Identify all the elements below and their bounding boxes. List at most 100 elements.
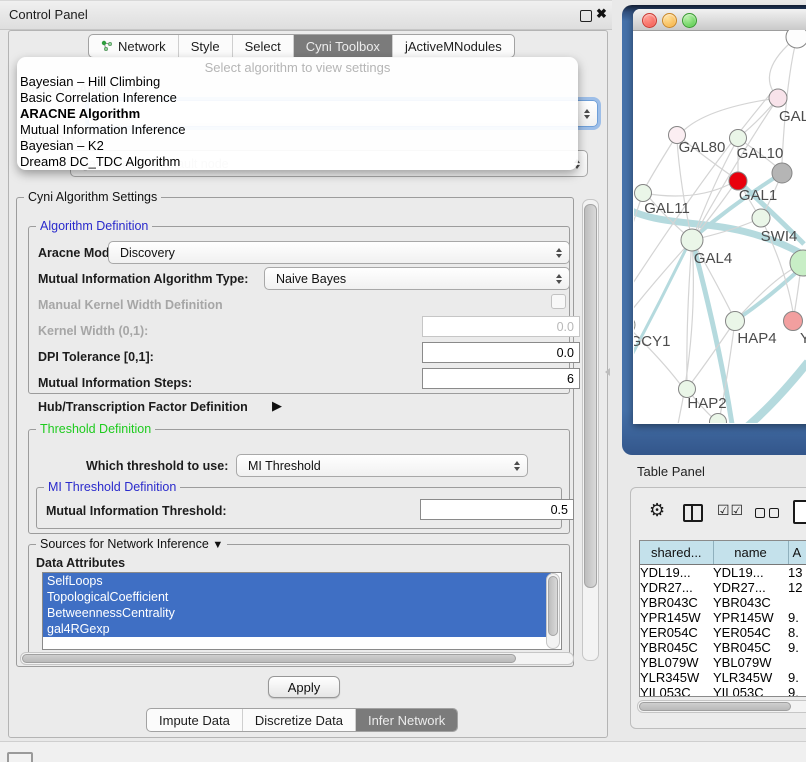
network-node-gcy1[interactable] [634,316,635,334]
table-row[interactable]: YLR345WYLR345W9. [640,670,806,685]
mi-algorithm-type-combo[interactable]: Naive Bayes [264,267,570,290]
table-row[interactable]: YDR27...YDR27...12 [640,580,806,595]
dpi-tolerance-field[interactable]: 0.0 [422,342,580,363]
table-cell[interactable]: YPR145W [640,610,713,625]
network-node-y[interactable] [784,312,803,331]
zoom-traffic-light-icon[interactable] [682,13,697,28]
table-row[interactable]: YDL19...YDL19...13 [640,565,806,581]
table-hscrollbar-thumb[interactable] [639,702,791,711]
select-all-checks-icon[interactable]: ☑☑ [717,502,744,519]
network-node-gal10[interactable] [730,130,747,147]
settings-hscrollbar-thumb[interactable] [22,654,516,663]
algorithm-option[interactable]: Basic Correlation Inference [17,90,578,106]
network-node[interactable] [772,163,792,183]
minimize-traffic-light-icon[interactable] [662,13,677,28]
table-cell[interactable]: YIL053C [713,685,788,697]
tab-infer-network[interactable]: Infer Network [355,709,457,731]
table-cell[interactable]: YLR345W [713,670,788,685]
table-cell[interactable]: 9. [788,640,806,655]
tab-jactivemnodules[interactable]: jActiveMNodules [392,35,514,57]
data-attribute-item[interactable]: TopologicalCoefficient [43,589,551,605]
table-cell[interactable]: YBR045C [640,640,713,655]
expand-arrow-icon[interactable]: ▶ [272,398,282,414]
table-cell[interactable]: YER054C [713,625,788,640]
data-attribute-item[interactable]: gal4RGexp [43,621,551,637]
collapse-arrow-icon[interactable]: ▼ [212,539,223,551]
kernel-width-field[interactable]: 0.0 [422,316,580,337]
table-horizontal-scrollbar[interactable] [637,700,806,713]
network-node[interactable] [710,414,727,424]
column-header-third[interactable]: A [788,541,806,565]
table-row[interactable]: YER054CYER054C8. [640,625,806,640]
table-cell[interactable]: YBR043C [640,595,713,610]
attributes-list-scrollbar[interactable] [546,573,560,649]
algorithm-option[interactable]: ARACNE Algorithm [17,106,578,122]
data-attribute-item[interactable]: SelfLoops [43,573,551,589]
table-row[interactable]: YBL079WYBL079W [640,655,806,670]
deselect-checkbox-icon[interactable] [755,508,765,518]
algorithm-option[interactable]: Bayesian – Hill Climbing [17,74,578,90]
manual-kernel-width-checkbox[interactable] [551,294,566,309]
tab-impute-data[interactable]: Impute Data [147,709,242,731]
hub-tf-definition-label[interactable]: Hub/Transcription Factor Definition [38,400,248,414]
tab-style[interactable]: Style [178,35,232,57]
table-cell[interactable] [788,655,806,670]
network-node-hap4[interactable] [726,312,745,331]
table-row[interactable]: YIL053CYIL053C9. [640,685,806,697]
network-node-gal4[interactable] [681,229,703,251]
algorithm-option[interactable]: Bayesian – K2 [17,138,578,154]
split-pane-toggle[interactable] [605,368,610,376]
network-node[interactable] [786,30,806,48]
table-cell[interactable]: 13 [788,565,806,581]
table-row[interactable]: YPR145WYPR145W9. [640,610,806,625]
table-cell[interactable]: YPR145W [713,610,788,625]
settings-horizontal-scrollbar[interactable] [20,652,574,665]
attributes-scrollbar-thumb[interactable] [548,576,558,636]
settings-vertical-scrollbar[interactable] [582,199,599,661]
algorithm-option[interactable]: Dream8 DC_TDC Algorithm [17,154,578,170]
tab-cyni-toolbox[interactable]: Cyni Toolbox [293,35,392,57]
table-cell[interactable]: 9. [788,685,806,697]
table-row[interactable]: YBR045CYBR045C9. [640,640,806,655]
column-layout-icon[interactable] [683,504,703,522]
algorithm-option[interactable]: Mutual Information Inference [17,122,578,138]
table-cell[interactable]: YBL079W [713,655,788,670]
network-node-swi4[interactable] [790,250,806,276]
table-cell[interactable]: YDR27... [640,580,713,595]
mi-steps-field[interactable]: 6 [422,368,580,389]
close-traffic-light-icon[interactable] [642,13,657,28]
table-cell[interactable]: YDL19... [640,565,713,581]
aracne-mode-combo[interactable]: Discovery [108,241,570,264]
table-cell[interactable]: 9. [788,670,806,685]
table-cell[interactable]: YLR345W [640,670,713,685]
minimized-window-icon[interactable] [7,752,33,762]
tab-network[interactable]: Network [89,35,178,57]
table-row[interactable]: YBR043CYBR043C [640,595,806,610]
table-cell[interactable]: YDR27... [713,580,788,595]
deselect-checkbox-icon[interactable] [769,508,779,518]
column-header-shared[interactable]: shared... [640,541,713,565]
table-cell[interactable]: YDL19... [713,565,788,581]
network-window-titlebar[interactable] [633,9,806,31]
document-icon[interactable] [793,500,806,524]
gear-icon[interactable]: ⚙ [649,501,665,519]
tab-discretize-data[interactable]: Discretize Data [242,709,355,731]
tab-select[interactable]: Select [232,35,293,57]
network-svg[interactable]: GALGAL80GAL10GAL1GAL11GAL4SWI4GCY1HAP4YH… [634,30,806,423]
table-cell[interactable]: 9. [788,610,806,625]
which-threshold-combo[interactable]: MI Threshold [236,454,528,477]
close-window-icon[interactable]: ✖ [596,6,607,22]
data-attribute-item[interactable]: BetweennessCentrality [43,605,551,621]
table-cell[interactable]: YBR043C [713,595,788,610]
table-cell[interactable]: YBR045C [713,640,788,655]
table-cell[interactable]: 12 [788,580,806,595]
table-cell[interactable]: YBL079W [640,655,713,670]
column-header-name[interactable]: name [713,541,788,565]
mi-threshold-field[interactable]: 0.5 [420,499,574,520]
network-node-gal11[interactable] [635,185,652,202]
apply-button[interactable]: Apply [268,676,340,698]
table-cell[interactable]: YER054C [640,625,713,640]
network-node-gal[interactable] [769,89,787,107]
settings-scrollbar-thumb[interactable] [584,204,597,588]
table-cell[interactable] [788,595,806,610]
